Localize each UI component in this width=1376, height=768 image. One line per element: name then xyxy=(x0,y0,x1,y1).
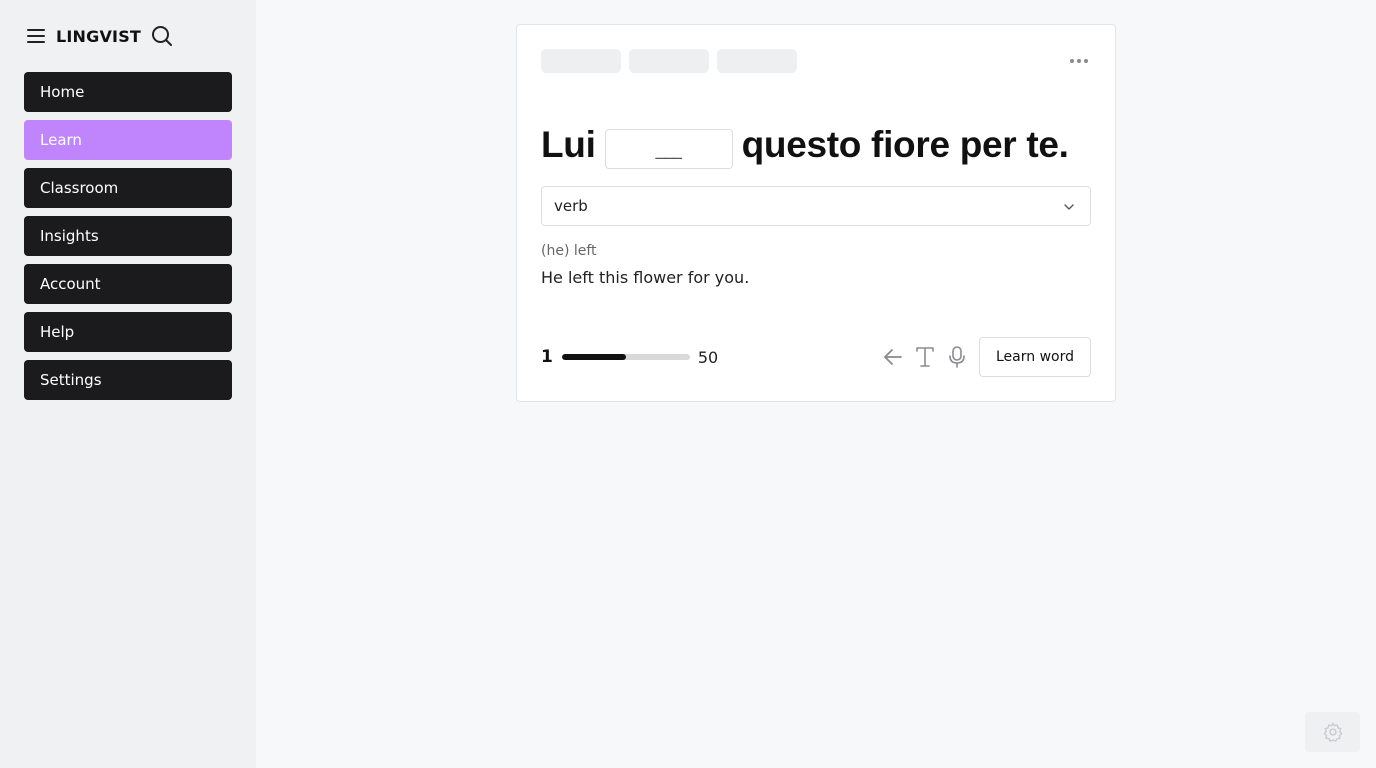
sentence-before-blank: Lui xyxy=(541,124,596,165)
text-T-icon[interactable] xyxy=(913,345,937,369)
microphone-icon[interactable] xyxy=(945,345,969,369)
translation-sentence: He left this flower for you. xyxy=(541,268,750,287)
chevron-down-icon xyxy=(1064,204,1074,210)
gear-icon[interactable] xyxy=(1305,712,1360,752)
sidebar-item-help[interactable]: Help xyxy=(24,312,232,352)
progress-total: 50 xyxy=(697,347,719,367)
sidebar-item-account[interactable]: Account xyxy=(24,264,232,304)
sidebar-item-label: Home xyxy=(40,83,85,101)
progress-bar xyxy=(561,354,690,360)
word-type-select[interactable]: verb xyxy=(541,186,1091,226)
learn-card: Lui ___ questo fiore per te. verb (he) l… xyxy=(516,24,1116,402)
more-horizontal-icon[interactable] xyxy=(1065,51,1093,71)
word-type-value: verb xyxy=(554,197,588,215)
sidebar-header: LINGVIST xyxy=(24,22,174,50)
exercise-sentence: Lui ___ questo fiore per te. xyxy=(541,120,1069,170)
progress-indicator: 1 50 xyxy=(541,347,718,367)
sidebar-item-label: Learn xyxy=(40,131,82,149)
sidebar-item-label: Classroom xyxy=(40,179,119,197)
sidebar-item-learn[interactable]: Learn xyxy=(24,120,232,160)
learn-word-button[interactable]: Learn word xyxy=(979,337,1091,377)
sidebar-item-insights[interactable]: Insights xyxy=(24,216,232,256)
card-tag-placeholders xyxy=(541,49,797,73)
sidebar: LINGVIST Home Learn Classroom Insights A… xyxy=(0,0,256,768)
progress-current: 1 xyxy=(541,347,553,367)
app-root: LINGVIST Home Learn Classroom Insights A… xyxy=(0,0,1376,768)
progress-fill xyxy=(561,354,626,360)
sidebar-item-label: Insights xyxy=(40,227,99,245)
card-actions: Learn word xyxy=(881,337,1091,377)
search-icon[interactable] xyxy=(150,24,174,48)
tag-placeholder xyxy=(717,49,797,73)
tag-placeholder xyxy=(629,49,709,73)
sentence-after-blank: questo fiore per te. xyxy=(741,124,1069,165)
hamburger-icon[interactable] xyxy=(24,24,48,48)
sidebar-nav: Home Learn Classroom Insights Account He… xyxy=(24,72,232,408)
tag-placeholder xyxy=(541,49,621,73)
brand-logo[interactable]: LINGVIST xyxy=(56,27,141,46)
sidebar-item-label: Settings xyxy=(40,371,102,389)
sidebar-item-home[interactable]: Home xyxy=(24,72,232,112)
translation-word: (he) left xyxy=(541,243,597,259)
sidebar-item-settings[interactable]: Settings xyxy=(24,360,232,400)
sidebar-item-label: Help xyxy=(40,323,75,341)
answer-input[interactable]: ___ xyxy=(604,129,733,169)
arrow-left-icon[interactable] xyxy=(881,345,905,369)
sidebar-item-label: Account xyxy=(40,275,101,293)
sidebar-item-classroom[interactable]: Classroom xyxy=(24,168,232,208)
